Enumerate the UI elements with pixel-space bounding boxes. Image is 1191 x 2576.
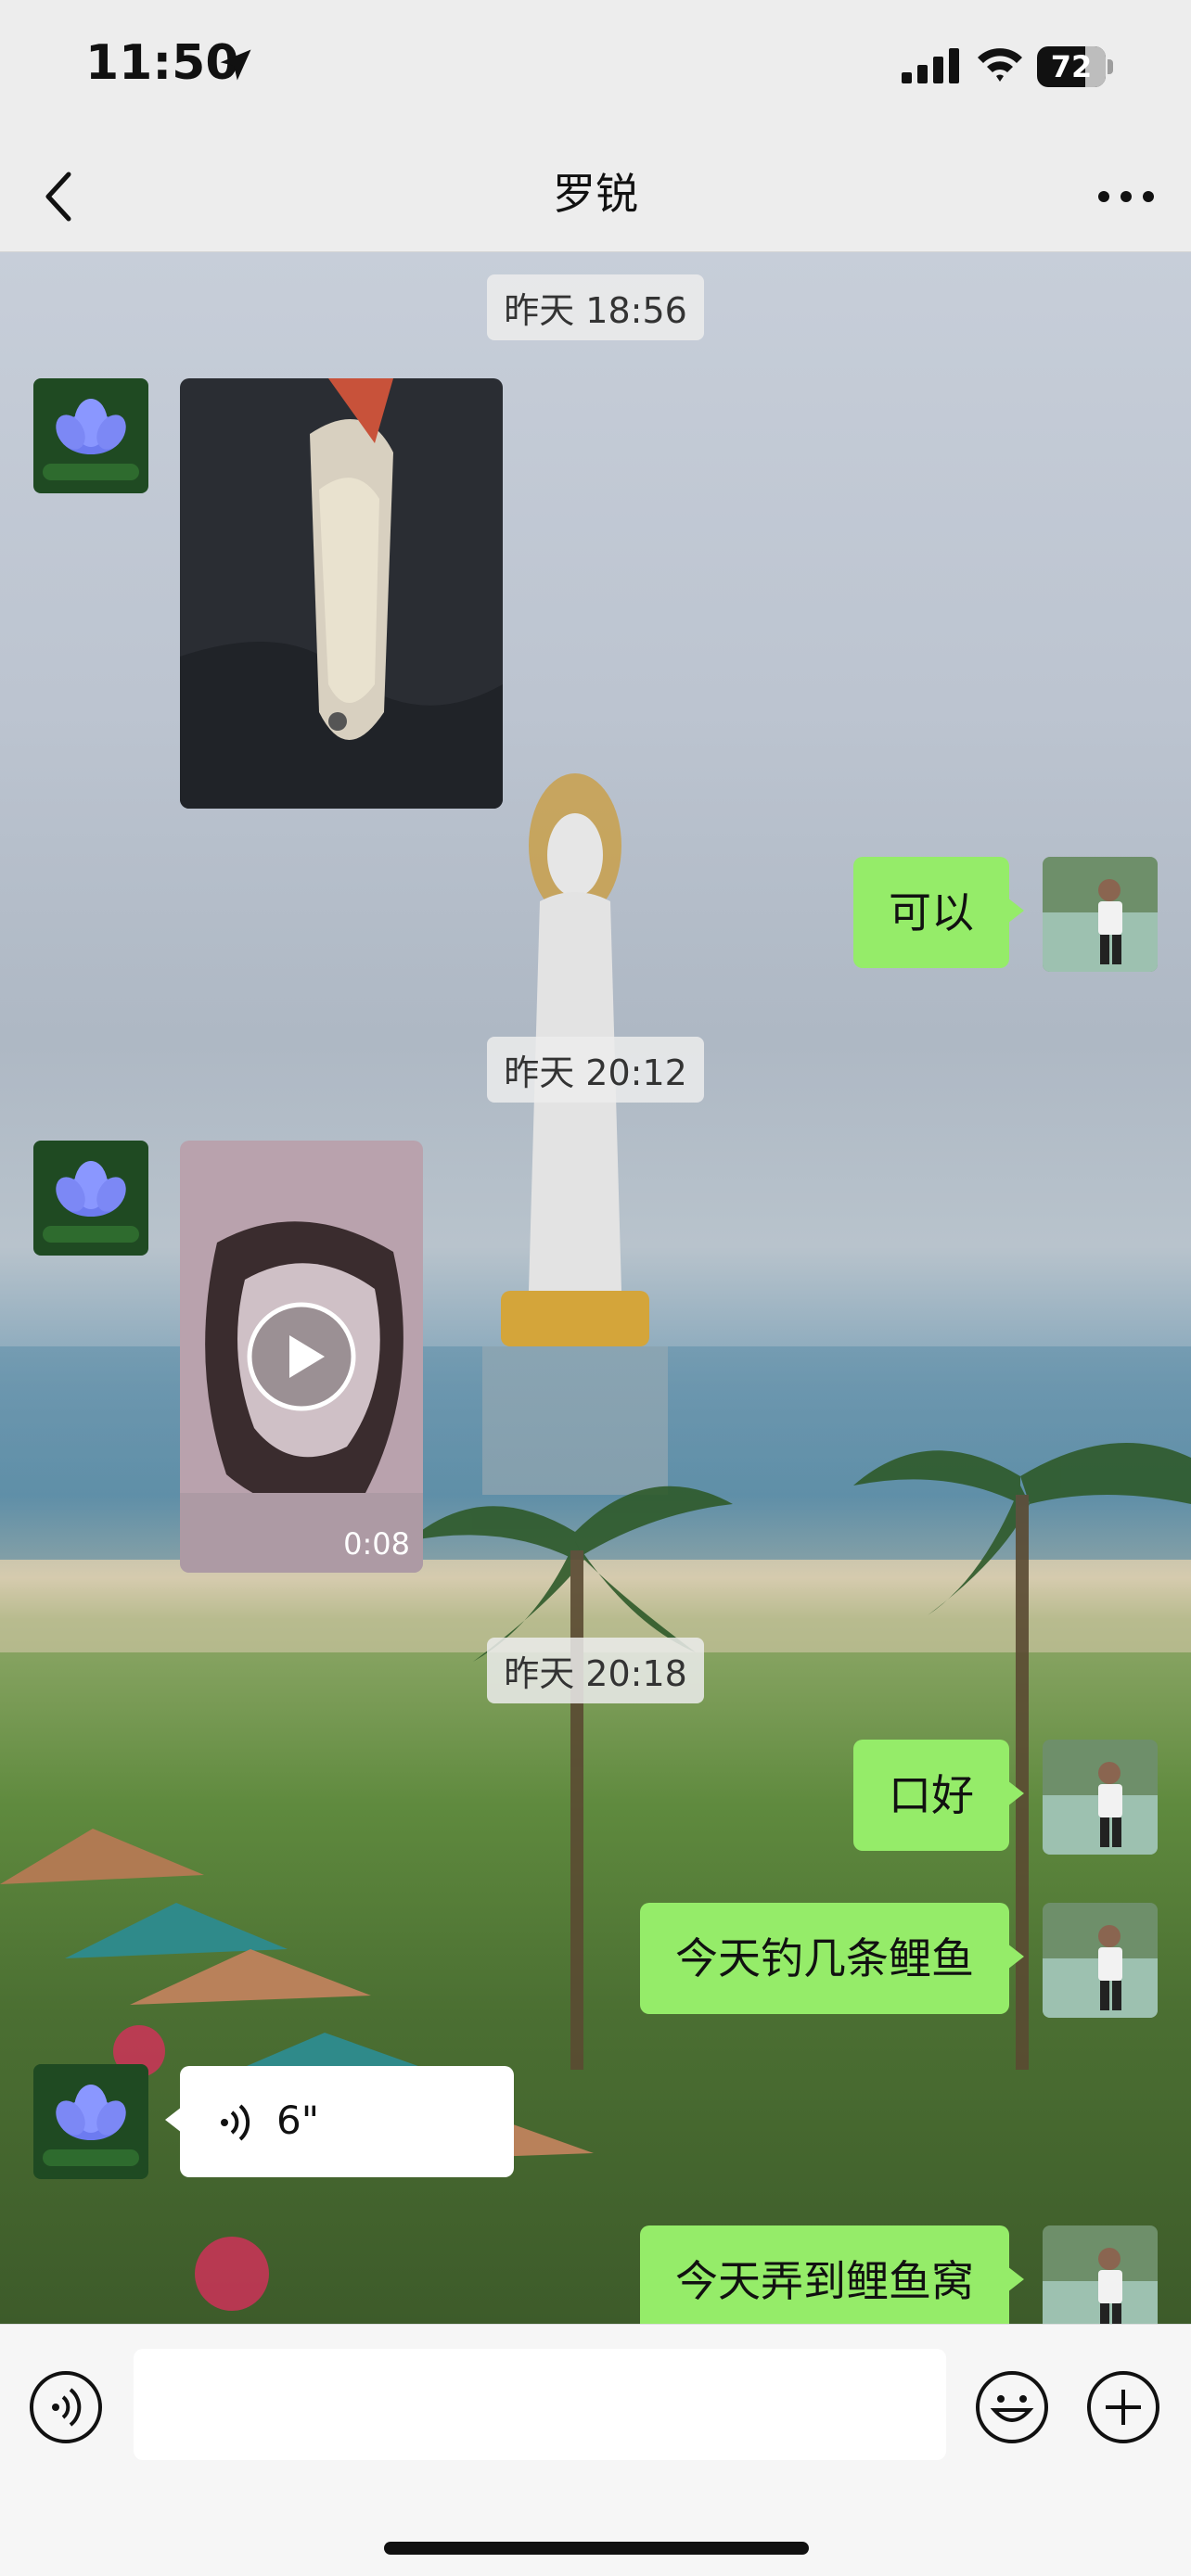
battery-level: 72 xyxy=(1037,46,1106,87)
contact-avatar[interactable] xyxy=(33,1141,148,1256)
sent-message-bubble[interactable]: 今天钓几条鲤鱼 xyxy=(640,1903,1024,2014)
my-avatar[interactable] xyxy=(1043,857,1158,972)
timestamp: 昨天 20:12 xyxy=(0,1037,1191,1103)
nav-bar: 罗锐 xyxy=(0,139,1191,252)
emoji-icon[interactable] xyxy=(974,2369,1050,2445)
timestamp: 昨天 20:18 xyxy=(0,1638,1191,1703)
background-umbrellas-image xyxy=(0,1829,594,2311)
location-arrow-icon xyxy=(220,49,251,81)
status-bar: 11:50 72 xyxy=(0,0,1191,139)
chat-title: 罗锐 xyxy=(553,169,638,219)
more-icon[interactable] xyxy=(1089,165,1163,228)
my-avatar[interactable] xyxy=(1043,1903,1158,2018)
voice-duration: 6" xyxy=(276,2098,320,2143)
video-duration: 0:08 xyxy=(343,1526,410,1562)
fish-photo-message[interactable] xyxy=(180,378,503,809)
chat-area[interactable]: 昨天 18:56 可以 昨天 20:12 0:08 昨天 20:18 口好 今天… xyxy=(0,252,1191,2324)
sent-message-bubble[interactable]: 今天弄到鲤鱼窝 xyxy=(640,2225,1024,2324)
home-indicator[interactable] xyxy=(384,2542,809,2555)
my-avatar[interactable] xyxy=(1043,2225,1158,2324)
contact-avatar[interactable] xyxy=(33,378,148,493)
voice-message-bubble[interactable]: 6" xyxy=(165,2066,514,2177)
voice-wave-icon xyxy=(221,2104,250,2141)
my-avatar[interactable] xyxy=(1043,1740,1158,1855)
play-icon[interactable] xyxy=(245,1300,358,1413)
input-bar xyxy=(0,2324,1191,2576)
video-message[interactable]: 0:08 xyxy=(180,1141,423,1573)
plus-icon[interactable] xyxy=(1085,2369,1161,2445)
timestamp: 昨天 18:56 xyxy=(0,274,1191,340)
voice-toggle-icon[interactable] xyxy=(28,2369,104,2445)
sent-message-bubble[interactable]: 可以 xyxy=(853,857,1024,968)
message-input[interactable] xyxy=(134,2349,946,2460)
sent-message-bubble[interactable]: 口好 xyxy=(853,1740,1024,1851)
signal-icon xyxy=(902,48,959,83)
contact-avatar[interactable] xyxy=(33,2064,148,2179)
wifi-icon xyxy=(978,48,1022,82)
battery-icon: 72 xyxy=(1037,46,1113,87)
